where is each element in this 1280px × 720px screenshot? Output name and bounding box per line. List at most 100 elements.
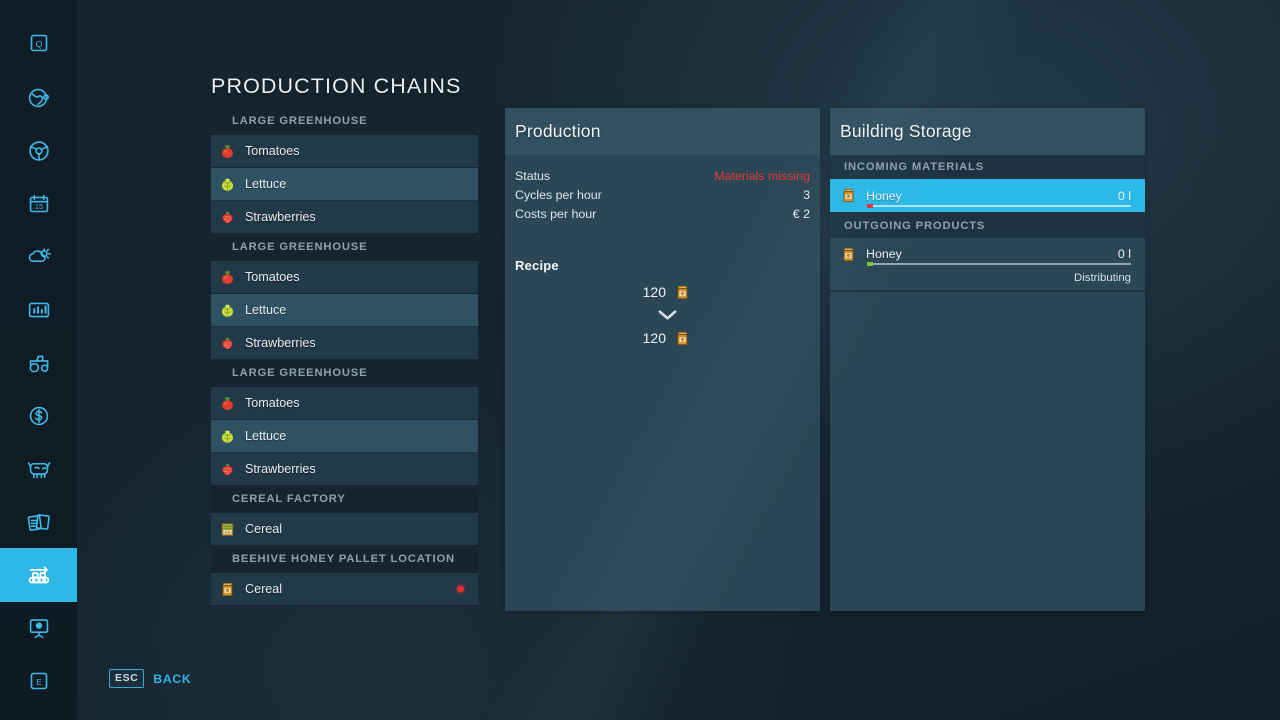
production-panel-title: Production <box>515 121 601 142</box>
sidebar-item-animals[interactable] <box>0 442 77 496</box>
storage-item-name: Honey <box>866 189 902 203</box>
honey-jar-icon <box>219 581 236 598</box>
tomato-icon <box>219 269 236 286</box>
honey-jar-icon <box>674 330 691 347</box>
storage-fill-bar <box>867 205 1131 207</box>
key-e-icon: E <box>24 666 54 696</box>
honey-jar-icon <box>840 246 857 263</box>
chain-group-header: LARGE GREENHOUSE <box>211 234 478 261</box>
globe-icon <box>24 83 54 113</box>
chain-list-item[interactable]: Tomatoes <box>211 261 478 294</box>
chain-list-item[interactable]: Tomatoes <box>211 135 478 168</box>
production-panel: Production Status Materials missing Cycles… <box>505 108 820 611</box>
chain-item-label: Tomatoes <box>245 396 300 410</box>
production-stat-value: 3 <box>803 188 810 202</box>
chain-item-label: Cereal <box>245 522 282 536</box>
production-stat-label: Cycles per hour <box>515 188 602 202</box>
production-stat-row: Costs per hour€ 2 <box>515 205 810 224</box>
tomato-icon <box>219 143 236 160</box>
recipe-heading: Recipe <box>515 258 810 273</box>
chain-list-item[interactable]: Strawberries <box>211 327 478 360</box>
lettuce-icon <box>219 176 236 193</box>
sidebar-item-help-q-key[interactable]: Q <box>0 16 77 70</box>
tractor-icon <box>24 348 54 378</box>
svg-text:E: E <box>36 677 42 687</box>
storage-row[interactable]: Honey 0 l <box>830 179 1145 212</box>
storage-row-divider <box>830 290 1145 292</box>
dollar-coin-icon <box>24 401 54 431</box>
cereal-box-icon <box>219 521 236 538</box>
storage-fill-indicator <box>867 204 873 208</box>
storage-section-header: INCOMING MATERIALS <box>830 155 1145 179</box>
chain-item-label: Strawberries <box>245 336 316 350</box>
chain-group-header: CEREAL FACTORY <box>211 486 478 513</box>
key-q-icon: Q <box>24 28 54 58</box>
sidebar-item-finances[interactable] <box>0 389 77 443</box>
chain-item-label: Strawberries <box>245 462 316 476</box>
strawberry-icon <box>219 335 236 352</box>
recipe-input-amount: 120 <box>634 284 666 300</box>
chain-list-item[interactable]: Strawberries <box>211 201 478 234</box>
chain-group-header: BEEHIVE HONEY PALLET LOCATION <box>211 546 478 573</box>
chain-list-item[interactable]: Tomatoes <box>211 387 478 420</box>
storage-section-header: OUTGOING PRODUCTS <box>830 214 1145 238</box>
chain-item-label: Lettuce <box>245 429 286 443</box>
sidebar-item-vehicles[interactable] <box>0 336 77 390</box>
chain-group-header: LARGE GREENHOUSE <box>211 108 478 135</box>
storage-fill-bar <box>867 263 1131 265</box>
building-storage-panel: Building Storage INCOMING MATERIALS Honey… <box>830 108 1145 611</box>
back-label: BACK <box>153 672 191 686</box>
chain-item-label: Strawberries <box>245 210 316 224</box>
strawberry-icon <box>219 461 236 478</box>
honey-jar-icon <box>840 187 857 204</box>
chain-list-item[interactable]: Lettuce <box>211 294 478 327</box>
chain-list-item[interactable]: Strawberries <box>211 453 478 486</box>
back-button[interactable]: ESC BACK <box>109 669 191 688</box>
sidebar-item-weather[interactable] <box>0 230 77 284</box>
sidebar-item-statistics[interactable] <box>0 283 77 337</box>
cow-icon <box>24 454 54 484</box>
svg-text:Q: Q <box>35 39 42 49</box>
chain-item-label: Lettuce <box>245 177 286 191</box>
chain-group-header: LARGE GREENHOUSE <box>211 360 478 387</box>
svg-text:15: 15 <box>34 202 42 211</box>
recipe-input-row: 120 <box>634 281 691 303</box>
chain-list-item[interactable]: Cereal <box>211 513 478 546</box>
chain-item-label: Tomatoes <box>245 144 300 158</box>
recipe-flow: 120 120 <box>515 281 810 349</box>
sidebar-item-presentation[interactable] <box>0 601 77 655</box>
sidebar-item-production-chains[interactable] <box>0 548 77 602</box>
sun-cloud-icon <box>24 242 54 272</box>
sidebar-item-calendar[interactable]: 15 <box>0 177 77 231</box>
production-stat-label: Status <box>515 169 550 183</box>
production-chain-list[interactable]: LARGE GREENHOUSE Tomatoes Lettuce Strawberr… <box>211 108 478 606</box>
status-badge: Materials missing <box>714 169 810 183</box>
production-stat-row: Status Materials missing <box>515 167 810 186</box>
production-stats-list: StatusMaterials missingCycles per hour3C… <box>515 167 810 224</box>
sidebar-item-contracts[interactable] <box>0 495 77 549</box>
tomato-icon <box>219 395 236 412</box>
sidebar-item-vehicle-steering[interactable] <box>0 124 77 178</box>
sidebar-item-exit-e-key[interactable]: E <box>0 654 77 708</box>
production-stat-row: Cycles per hour 3 <box>515 186 810 205</box>
chain-list-item[interactable]: Cereal <box>211 573 478 606</box>
storage-panel-title: Building Storage <box>840 121 972 142</box>
page-title: PRODUCTION CHAINS <box>211 74 461 99</box>
production-panel-header: Production <box>505 108 820 155</box>
chain-item-label: Tomatoes <box>245 270 300 284</box>
chevron-down-icon <box>658 306 677 324</box>
warning-indicator-dot <box>457 586 464 593</box>
recipe-output-amount: 120 <box>634 330 666 346</box>
chain-item-label: Cereal <box>245 582 282 596</box>
honey-jar-icon <box>674 284 691 301</box>
presentation-board-icon <box>24 613 54 643</box>
chain-list-item[interactable]: Lettuce <box>211 168 478 201</box>
storage-item-amount: 0 l <box>1118 189 1131 203</box>
strawberry-icon <box>219 209 236 226</box>
storage-row[interactable]: Honey0 l <box>830 238 1145 270</box>
chain-list-item[interactable]: Lettuce <box>211 420 478 453</box>
lettuce-icon <box>219 302 236 319</box>
sidebar-item-map-globe[interactable] <box>0 71 77 125</box>
storage-panel-header: Building Storage <box>830 108 1145 155</box>
recipe-output-row: 120 <box>634 327 691 349</box>
